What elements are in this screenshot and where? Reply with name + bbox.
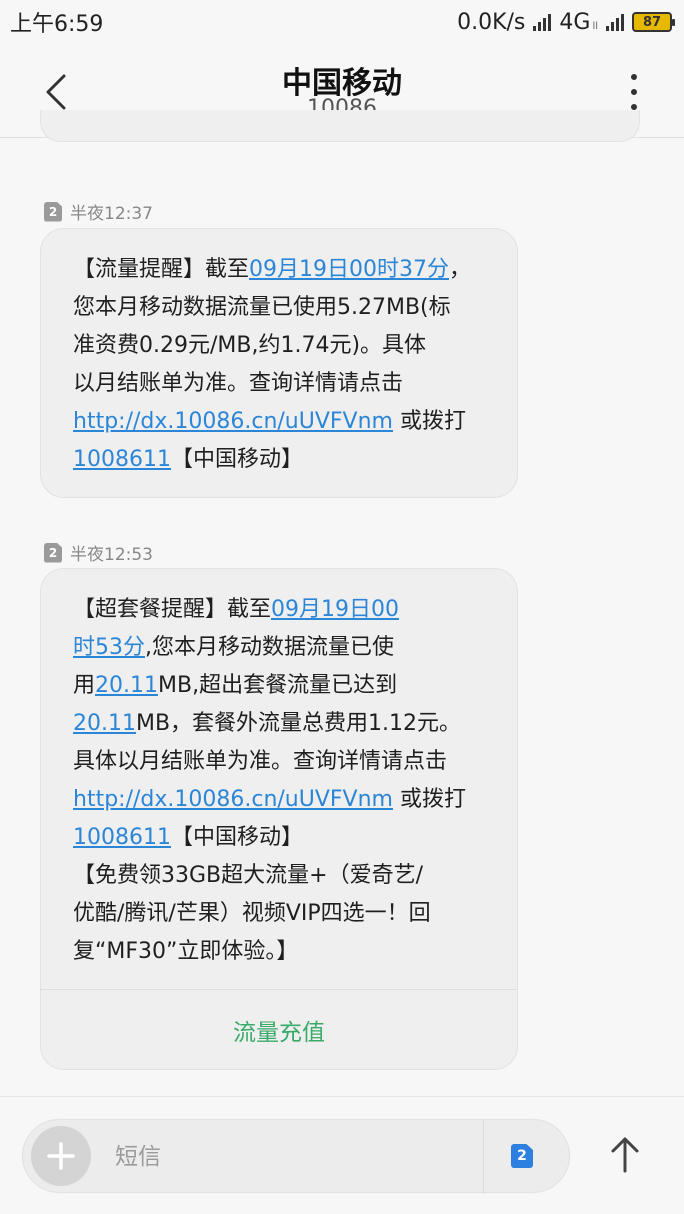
message-line: 复“MF30”立即体验。】	[73, 933, 487, 971]
more-dot	[631, 89, 637, 95]
message-text-segment: 用	[73, 673, 96, 698]
message-meta: 2 半夜12:53	[44, 540, 153, 565]
battery-icon: 87	[632, 12, 675, 32]
message-text-segment: 【超套餐提醒】截至	[73, 597, 272, 622]
message-link[interactable]: 1008611	[73, 447, 171, 472]
message-text-segment: 复“MF30”立即体验。】	[73, 939, 299, 964]
message-text-segment: MB,超出套餐流量已达到	[158, 673, 398, 698]
message-link[interactable]: 09月19日00	[271, 597, 399, 622]
message-line: 准资费0.29元/MB,约1.74元)。具体	[73, 327, 487, 365]
plus-icon	[47, 1142, 75, 1170]
message-link[interactable]: http://dx.10086.cn/uUVFVnm	[73, 787, 393, 812]
message-text-segment: 【流量提醒】截至	[73, 257, 250, 282]
message-line: 以月结账单为准。查询详情请点击	[73, 365, 487, 403]
message-line: http://dx.10086.cn/uUVFVnm 或拨打	[73, 781, 487, 819]
composer-box: 2	[22, 1119, 570, 1194]
message-text-segment: MB，套餐外流量总费用1.12元。	[135, 711, 462, 736]
battery-level: 87	[642, 14, 662, 30]
message-link[interactable]: 1008611	[73, 825, 171, 850]
data-recharge-button[interactable]: 流量充值	[41, 989, 517, 1069]
message-line: 20.11MB，套餐外流量总费用1.12元。	[73, 705, 487, 743]
sim-card-icon: 2	[44, 201, 62, 222]
message-text-segment: ，	[449, 257, 472, 282]
message-line: http://dx.10086.cn/uUVFVnm 或拨打	[73, 403, 487, 441]
send-button[interactable]	[600, 1129, 650, 1179]
message-link[interactable]: 时53分	[73, 635, 145, 660]
signal-icon-2	[606, 13, 624, 31]
message-text-segment: ,您本月移动数据流量已使	[145, 635, 394, 660]
message-line: 【免费领33GB超大流量+（爱奇艺/	[73, 857, 487, 895]
more-vertical-icon	[631, 74, 637, 80]
message-text-segment: 或拨打	[392, 787, 466, 812]
message-text: 【超套餐提醒】截至09月19日00 时53分,您本月移动数据流量已使 用20.11M…	[41, 569, 517, 989]
message-line: 【流量提醒】截至09月19日00时37分，	[73, 251, 487, 289]
message-input[interactable]	[115, 1120, 475, 1194]
status-bar: 上午6:59 0.0K/s 4G ll 87	[0, 0, 684, 44]
sim-card-icon: 2	[44, 542, 62, 563]
message-text-segment: 具体以月结账单为准。查询详情请点击	[73, 749, 448, 774]
divider	[483, 1120, 484, 1194]
sim-select-button[interactable]: 2	[511, 1144, 533, 1168]
message-line: 1008611【中国移动】	[73, 441, 487, 479]
message-line: 优酷/腾讯/芒果）视频VIP四选一！回	[73, 895, 487, 933]
message-line: 时53分,您本月移动数据流量已使	[73, 629, 487, 667]
message-text: 【流量提醒】截至09月19日00时37分， 您本月移动数据流量已使用5.27MB(…	[41, 229, 517, 497]
message-bubble[interactable]: 【流量提醒】截至09月19日00时37分， 您本月移动数据流量已使用5.27MB(…	[40, 228, 518, 498]
message-link[interactable]: http://dx.10086.cn/uUVFVnm	[73, 409, 393, 434]
more-options-button[interactable]	[624, 74, 644, 110]
message-link[interactable]: 20.11	[95, 673, 158, 698]
message-line: 【超套餐提醒】截至09月19日00	[73, 591, 487, 629]
message-text-segment: 以月结账单为准。查询详情请点击	[73, 371, 404, 396]
message-line: 具体以月结账单为准。查询详情请点击	[73, 743, 487, 781]
signal-icon	[533, 13, 552, 31]
message-text-segment: 您本月移动数据流量已使用5.27MB(标	[73, 295, 451, 320]
add-attachment-button[interactable]	[31, 1126, 91, 1186]
network-type: 4G	[559, 9, 591, 35]
message-meta: 2 半夜12:37	[44, 199, 153, 224]
message-bubble[interactable]: 【超套餐提醒】截至09月19日00 时53分,您本月移动数据流量已使 用20.11M…	[40, 568, 518, 1070]
message-time: 半夜12:37	[70, 204, 153, 224]
status-time: 上午6:59	[10, 12, 104, 37]
status-icons: 0.0K/s 4G ll 87	[457, 9, 675, 35]
composer-bar: 2	[0, 1096, 684, 1214]
message-text-segment: 【免费领33GB超大流量+（爱奇艺/	[73, 863, 423, 888]
message-text-segment: 优酷/腾讯/芒果）视频VIP四选一！回	[73, 901, 431, 926]
message-link[interactable]: 09月19日00时37分	[249, 257, 449, 282]
message-time: 半夜12:53	[70, 545, 153, 565]
message-link[interactable]: 20.11	[73, 711, 136, 736]
network-sub: ll	[592, 20, 598, 32]
message-text-segment: 或拨打	[392, 409, 466, 434]
message-text-segment: 【中国移动】	[170, 825, 303, 850]
message-line: 1008611【中国移动】	[73, 819, 487, 857]
network-speed: 0.0K/s	[457, 9, 526, 35]
message-line: 您本月移动数据流量已使用5.27MB(标	[73, 289, 487, 327]
previous-message-bubble[interactable]	[40, 110, 640, 142]
arrow-up-icon	[611, 1137, 639, 1173]
message-line: 用20.11MB,超出套餐流量已达到	[73, 667, 487, 705]
message-text-segment: 【中国移动】	[170, 447, 303, 472]
message-text-segment: 准资费0.29元/MB,约1.74元)。具体	[73, 333, 427, 358]
